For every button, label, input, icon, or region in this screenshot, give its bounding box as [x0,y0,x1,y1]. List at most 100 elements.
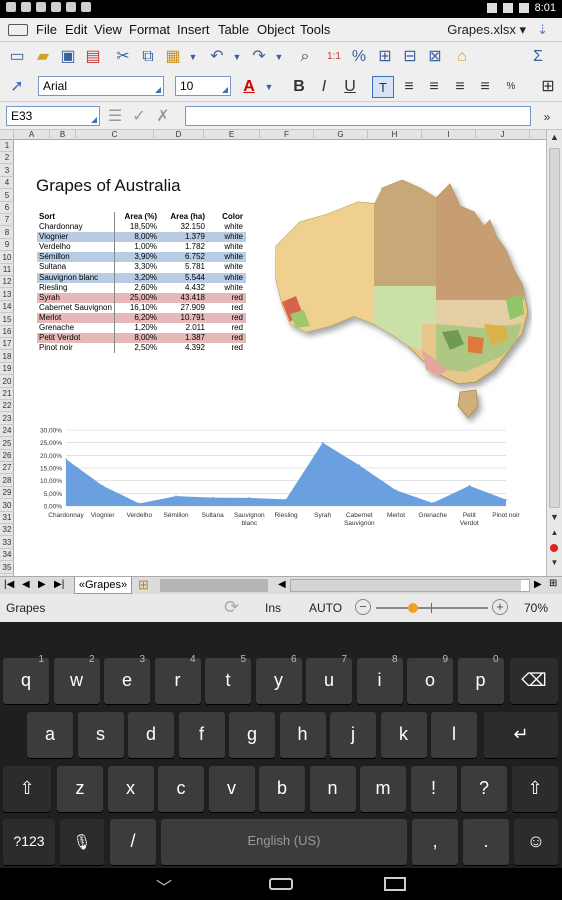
insert-mode-status[interactable]: Ins [265,601,281,615]
key-comma[interactable]: , [412,819,458,865]
align-center-icon[interactable]: ≡ [423,76,445,98]
key-x[interactable]: x [107,766,154,812]
row-header[interactable]: 26 [0,450,14,462]
row-header[interactable]: 17 [0,338,14,351]
last-sheet-icon[interactable]: ▶| [54,579,64,590]
table-cell[interactable]: Pinot noir [37,343,115,354]
table-cell[interactable]: Viognier [37,232,115,243]
column-header[interactable]: J [476,130,530,140]
key-exclaim[interactable]: ! [410,766,457,812]
row-header[interactable]: 24 [0,425,14,438]
row-header[interactable]: 34 [0,549,14,562]
paste-icon[interactable]: ▦ [162,46,184,68]
table-cell[interactable]: 3,20% [115,273,159,283]
formula-list-icon[interactable]: ☰ [104,106,126,128]
font-color-icon[interactable]: A [238,76,260,98]
table-cell[interactable]: red [207,293,245,303]
table-cell[interactable]: 25,00% [115,293,159,303]
align-right-icon[interactable]: ≡ [449,76,471,98]
key-o[interactable]: o9 [407,654,453,704]
table-cell[interactable]: 10.791 [159,313,207,323]
table-cell[interactable]: 5.781 [159,262,207,272]
tab-split-handle[interactable] [160,579,268,592]
bold-icon[interactable]: B [288,76,310,98]
row-header[interactable]: 3 [0,165,14,177]
table-cell[interactable]: 6,20% [115,313,159,323]
table-header-cell[interactable]: Sort [37,212,115,223]
row-header[interactable]: 35 [0,562,14,574]
row-header[interactable]: 4 [0,177,14,190]
add-sheet-icon[interactable]: ⊞ [138,577,149,593]
table-cell[interactable]: white [207,222,245,232]
key-slash[interactable]: / [110,819,156,865]
font-size-combo[interactable]: 10 [175,76,231,96]
key-w[interactable]: w2 [53,654,100,704]
spreadsheet-area[interactable]: A B C D E F G H I J 1 2 3 4 5 6 7 8 9 10 11 12 13 14 1… [0,130,546,576]
column-header[interactable]: F [260,130,314,140]
row-header[interactable]: 10 [0,252,14,264]
export-pdf-icon[interactable]: ▤ [82,46,104,68]
row-header[interactable]: 6 [0,202,14,214]
align-left-icon[interactable]: ≡ [398,76,420,98]
emoji-key[interactable]: ☺ [514,819,558,865]
shift-key-left[interactable]: ⇧ [3,766,51,812]
save-arrow-icon[interactable]: ⇣ [537,22,548,38]
home-icon[interactable] [269,878,293,890]
key-d[interactable]: d [128,712,174,758]
table-cell[interactable]: 16,10% [115,303,159,313]
menu-table[interactable]: Table [218,22,249,37]
table-cell[interactable]: Syrah [37,292,115,303]
column-header[interactable]: I [422,130,476,140]
row-header[interactable]: 12 [0,276,14,289]
number-format-icon[interactable]: % [500,76,522,98]
row-header[interactable]: 1 [0,140,14,152]
row-header[interactable]: 18 [0,351,14,363]
row-header[interactable]: 22 [0,400,14,413]
scroll-left-icon[interactable]: ◀ [278,579,286,590]
cell-reference-box[interactable]: E33 [6,106,100,126]
row-header[interactable]: 32 [0,524,14,537]
table-header-cell[interactable]: Color [207,212,245,222]
key-u[interactable]: u7 [306,654,352,704]
next-sheet-icon[interactable]: ▶ [38,579,46,590]
page-down-icon[interactable]: ▼ [549,558,560,568]
redo-history-chevron-icon[interactable]: ▼ [268,46,290,68]
table-cell[interactable]: 6.752 [159,252,207,262]
formula-input[interactable] [185,106,531,126]
table-cell[interactable]: 5.544 [159,273,207,283]
table-cell[interactable]: 3,30% [115,262,159,272]
italic-icon[interactable]: I [313,76,335,98]
prev-sheet-icon[interactable]: ◀ [22,579,30,590]
table-cell[interactable]: 2,60% [115,283,159,293]
zoom-out-icon[interactable]: − [355,599,371,615]
table-cell[interactable]: white [207,262,245,272]
table-cell[interactable]: Chardonnay [37,222,115,233]
row-header[interactable]: 16 [0,326,14,338]
table-cell[interactable]: 2,50% [115,343,159,353]
table-cell[interactable]: 1,00% [115,242,159,252]
mic-key[interactable]: 🎙 [60,819,104,865]
menu-insert[interactable]: Insert [177,22,210,37]
more-toolbar-icon[interactable]: » [536,106,558,128]
key-b[interactable]: b [259,766,305,812]
gridlines-icon[interactable]: ⊠ [424,46,446,68]
table-cell[interactable]: white [207,273,245,283]
justify-icon[interactable]: ≡ [474,76,496,98]
table-cell[interactable]: white [207,232,245,242]
table-cell[interactable]: 8,00% [115,232,159,242]
key-m[interactable]: m [360,766,406,812]
row-header[interactable]: 30 [0,500,14,512]
table-cell[interactable]: 1.379 [159,232,207,242]
split-window-icon[interactable]: ⊞ [549,578,557,589]
table-cell[interactable]: red [207,323,245,333]
column-header[interactable]: B [50,130,76,140]
font-color-chevron-icon[interactable]: ▼ [258,76,280,98]
table-cell[interactable]: 27.909 [159,303,207,313]
key-g[interactable]: g [229,712,275,758]
row-header[interactable]: 13 [0,289,14,301]
table-cell[interactable]: red [207,313,245,323]
browse-object-icon[interactable] [550,544,558,552]
find-icon[interactable]: ⌕ [294,46,316,68]
open-folder-icon[interactable]: ▰ [32,46,54,68]
menu-edit[interactable]: Edit [65,22,87,37]
